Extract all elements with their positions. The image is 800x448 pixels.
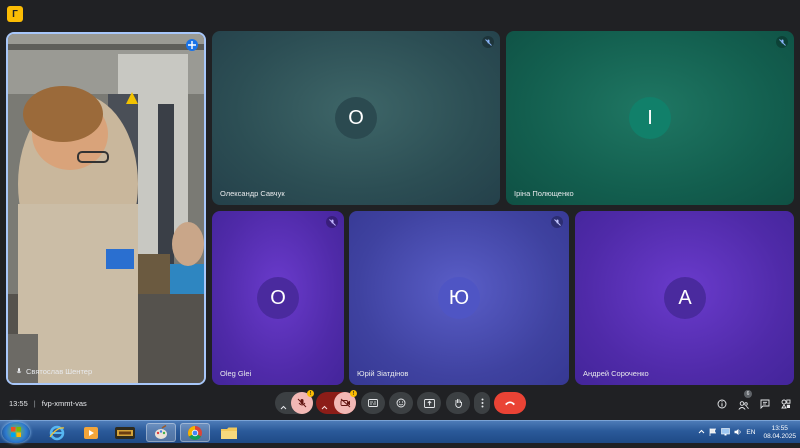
- more-options-button[interactable]: [474, 392, 490, 414]
- tray-language[interactable]: EN: [746, 429, 755, 436]
- meeting-details-button[interactable]: [715, 397, 729, 411]
- camera-off-icon: [340, 398, 350, 408]
- taskbar-game[interactable]: [110, 423, 140, 442]
- network-icon: [721, 427, 731, 435]
- participant-tile-a[interactable]: A Андрей Сороченко: [575, 211, 794, 385]
- chat-button[interactable]: [758, 397, 772, 411]
- mic-icon: [16, 368, 22, 374]
- camera-feed-image: [8, 34, 204, 383]
- avatar: I: [629, 97, 671, 139]
- pin-icon[interactable]: [186, 39, 198, 51]
- participant-name: Олександр Савчук: [220, 189, 285, 198]
- people-icon: [737, 400, 749, 410]
- mic-control-group: !: [275, 390, 314, 416]
- warning-icon: !: [350, 390, 357, 397]
- warning-icon: !: [307, 390, 314, 397]
- participant-name: Іріна Полющенко: [514, 189, 574, 198]
- game-icon: [115, 426, 135, 439]
- tray-clock[interactable]: 13:55 08.04.2025: [763, 425, 796, 441]
- taskbar-ie[interactable]: [42, 423, 72, 442]
- app-badge[interactable]: Г: [7, 6, 23, 22]
- internet-explorer-icon: [49, 425, 65, 440]
- meet-window: Г Святослав Шентер О Олександр Савчук I …: [0, 0, 800, 420]
- participant-name: Святослав Шентер: [16, 367, 92, 376]
- clock-date: 08.04.2025: [763, 432, 796, 440]
- camera-control-group: !: [316, 390, 357, 416]
- taskbar-chrome[interactable]: [180, 423, 210, 442]
- participant-name: Юрій Зіатдінов: [357, 369, 409, 378]
- meeting-code[interactable]: fvp-xmmt-vas: [42, 399, 87, 408]
- show-hidden-icons[interactable]: [698, 428, 705, 437]
- participant-name: Oleg Glei: [220, 369, 252, 378]
- present-screen-icon: [423, 398, 435, 408]
- mic-muted-icon: [482, 36, 494, 48]
- mic-off-icon: [297, 398, 307, 408]
- participant-name-text: Святослав Шентер: [26, 367, 93, 376]
- emoji-icon: [396, 398, 406, 408]
- taskbar-media-player[interactable]: [76, 423, 106, 442]
- start-button[interactable]: [2, 422, 30, 443]
- participant-tile-yu[interactable]: Ю Юрій Зіатдінов: [349, 211, 569, 385]
- meeting-info: 13:55 | fvp-xmmt-vas: [9, 399, 87, 408]
- taskbar-paint[interactable]: [146, 423, 176, 442]
- avatar: A: [664, 277, 706, 319]
- os-taskbar: EN 13:55 08.04.2025: [0, 420, 800, 443]
- avatar: Ю: [438, 277, 480, 319]
- system-tray: EN 13:55 08.04.2025: [698, 421, 796, 444]
- mic-options-chevron-icon[interactable]: [280, 398, 287, 416]
- avatar: О: [335, 97, 377, 139]
- mic-muted-icon: [776, 36, 788, 48]
- more-vert-icon: [481, 398, 483, 408]
- participant-tile-i[interactable]: I Іріна Полющенко: [506, 31, 794, 205]
- meeting-controls-bar: 13:55 | fvp-xmmt-vas ! ! 6: [0, 390, 800, 418]
- camera-options-chevron-icon[interactable]: [321, 398, 328, 416]
- camera-button[interactable]: !: [334, 390, 357, 414]
- shapes-icon: [781, 399, 791, 409]
- hang-up-icon: [505, 401, 515, 406]
- chrome-icon: [188, 425, 202, 440]
- raise-hand-button[interactable]: [446, 392, 470, 414]
- media-player-icon: [84, 426, 98, 439]
- leave-call-button[interactable]: [494, 392, 526, 414]
- tray-chevron-up-icon: [699, 429, 705, 434]
- clock-time: 13:55: [771, 424, 788, 432]
- participant-name: Андрей Сороченко: [583, 369, 649, 378]
- meeting-info-separator: |: [33, 399, 36, 408]
- people-count-badge: 6: [744, 390, 752, 398]
- participant-tile-o2[interactable]: O Oleg Glei: [212, 211, 344, 385]
- flag-icon: [710, 428, 717, 436]
- windows-logo-icon: [11, 427, 21, 437]
- meeting-time: 13:55: [9, 399, 28, 408]
- participant-tile-video[interactable]: Святослав Шентер: [6, 32, 206, 385]
- mic-button[interactable]: !: [291, 390, 314, 414]
- captions-icon: [368, 399, 378, 407]
- mic-muted-icon: [551, 216, 563, 228]
- folder-icon: [221, 427, 237, 439]
- activities-button[interactable]: [779, 397, 793, 411]
- participant-tile-o1[interactable]: О Олександр Савчук: [212, 31, 500, 205]
- tray-volume[interactable]: [734, 428, 742, 438]
- reactions-button[interactable]: [389, 392, 413, 414]
- paint-icon: [155, 424, 167, 439]
- tray-network[interactable]: [721, 427, 731, 438]
- mic-muted-icon: [326, 216, 338, 228]
- taskbar-explorer[interactable]: [214, 423, 244, 442]
- captions-button[interactable]: [361, 392, 385, 414]
- present-button[interactable]: [417, 392, 441, 414]
- avatar: O: [257, 277, 299, 319]
- hand-icon: [454, 399, 462, 408]
- chat-icon: [760, 399, 770, 409]
- tray-action-center[interactable]: [709, 428, 717, 438]
- speaker-icon: [734, 428, 742, 435]
- people-button[interactable]: 6: [736, 390, 752, 412]
- info-icon: [717, 399, 727, 409]
